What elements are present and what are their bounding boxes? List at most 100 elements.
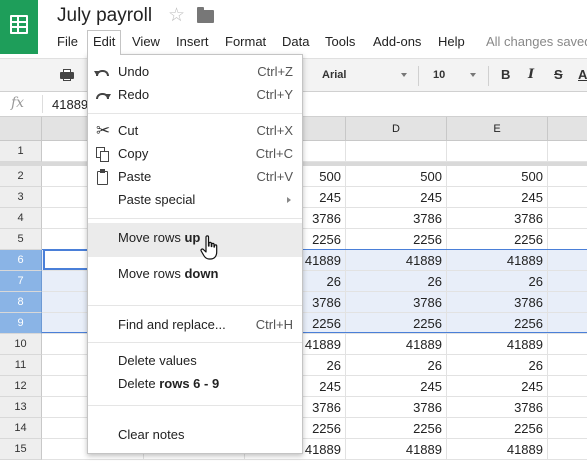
column-header-e[interactable]: E xyxy=(447,117,548,141)
table-cell[interactable]: 2256 xyxy=(447,313,548,334)
table-cell[interactable]: 2256 xyxy=(447,229,548,250)
menu-paste-special[interactable]: Paste special xyxy=(88,188,302,212)
table-cell[interactable]: 41889 xyxy=(346,439,447,460)
menu-paste[interactable]: Paste Ctrl+V xyxy=(88,165,302,189)
table-cell[interactable]: 3786 xyxy=(447,397,548,418)
print-icon[interactable] xyxy=(60,69,74,81)
table-cell[interactable]: 2256 xyxy=(346,229,447,250)
menu-copy[interactable]: Copy Ctrl+C xyxy=(88,142,302,166)
row-header[interactable]: 10 xyxy=(0,334,42,355)
table-cell[interactable] xyxy=(548,418,587,439)
menu-delete-values[interactable]: Delete values xyxy=(88,349,302,373)
app-header: July payroll ☆ File Edit View Insert For… xyxy=(0,0,587,58)
table-cell[interactable] xyxy=(548,166,587,187)
table-cell[interactable] xyxy=(548,250,587,271)
table-cell[interactable]: 41889 xyxy=(346,334,447,355)
row-header[interactable]: 4 xyxy=(0,208,42,229)
table-cell[interactable] xyxy=(548,229,587,250)
table-cell[interactable]: 245 xyxy=(346,376,447,397)
table-cell[interactable]: 3786 xyxy=(346,292,447,313)
row-header[interactable]: 5 xyxy=(0,229,42,250)
table-cell[interactable]: 3786 xyxy=(346,397,447,418)
table-cell[interactable]: 41889 xyxy=(346,250,447,271)
column-header-f[interactable] xyxy=(548,117,587,141)
row-header[interactable]: 2 xyxy=(0,166,42,187)
table-cell[interactable]: 41889 xyxy=(447,250,548,271)
column-header-d[interactable]: D xyxy=(346,117,447,141)
table-cell[interactable] xyxy=(548,397,587,418)
menu-find-replace[interactable]: Find and replace... Ctrl+H xyxy=(88,313,302,337)
menu-data[interactable]: Data xyxy=(282,30,309,54)
row-header[interactable]: 8 xyxy=(0,292,42,313)
row-header[interactable]: 6 xyxy=(0,250,42,271)
row-header[interactable]: 13 xyxy=(0,397,42,418)
menu-move-rows-up[interactable]: Move rows up xyxy=(88,223,302,257)
row-header[interactable]: 3 xyxy=(0,187,42,208)
row-header[interactable]: 11 xyxy=(0,355,42,376)
folder-icon[interactable] xyxy=(197,7,214,23)
row-header[interactable]: 9 xyxy=(0,313,42,334)
table-cell[interactable] xyxy=(548,376,587,397)
table-cell[interactable] xyxy=(447,141,548,162)
table-cell[interactable]: 3786 xyxy=(447,208,548,229)
menu-format[interactable]: Format xyxy=(225,30,266,54)
document-title[interactable]: July payroll xyxy=(57,5,152,27)
menu-insert[interactable]: Insert xyxy=(176,30,209,54)
table-cell[interactable] xyxy=(346,141,447,162)
menu-addons[interactable]: Add-ons xyxy=(373,30,421,54)
menu-file[interactable]: File xyxy=(57,30,78,54)
table-cell[interactable]: 41889 xyxy=(447,334,548,355)
font-family-select[interactable]: Arial xyxy=(316,64,413,86)
menu-undo[interactable]: Undo Ctrl+Z xyxy=(88,60,302,84)
menu-tools[interactable]: Tools xyxy=(325,30,355,54)
menu-edit[interactable]: Edit xyxy=(87,30,122,55)
table-cell[interactable]: 3786 xyxy=(346,208,447,229)
table-cell[interactable]: 26 xyxy=(447,271,548,292)
menu-redo[interactable]: Redo Ctrl+Y xyxy=(88,83,302,107)
menu-delete-rows[interactable]: Delete rows 6 - 9 xyxy=(88,372,302,396)
strikethrough-button[interactable]: S xyxy=(554,67,563,82)
table-cell[interactable]: 245 xyxy=(346,187,447,208)
table-cell[interactable]: 245 xyxy=(447,187,548,208)
select-all-corner[interactable] xyxy=(0,117,42,141)
table-cell[interactable]: 3786 xyxy=(447,292,548,313)
table-cell[interactable] xyxy=(548,292,587,313)
menu-clear-notes[interactable]: Clear notes xyxy=(88,423,302,447)
row-header[interactable]: 7 xyxy=(0,271,42,292)
table-cell[interactable]: 2256 xyxy=(447,418,548,439)
table-cell[interactable]: 500 xyxy=(346,166,447,187)
text-color-button[interactable]: A xyxy=(578,67,587,82)
menu-cut[interactable]: ✂ Cut Ctrl+X xyxy=(88,119,302,143)
menu-view[interactable]: View xyxy=(132,30,160,54)
table-cell[interactable] xyxy=(548,334,587,355)
table-cell[interactable] xyxy=(548,439,587,460)
row-header[interactable]: 1 xyxy=(0,141,42,162)
menu-cut-shortcut: Ctrl+X xyxy=(256,123,293,138)
menu-move-rows-down[interactable]: Move rows down xyxy=(88,262,302,286)
menu-copy-shortcut: Ctrl+C xyxy=(255,146,293,161)
table-cell[interactable] xyxy=(548,208,587,229)
table-cell[interactable]: 2256 xyxy=(346,418,447,439)
table-cell[interactable]: 26 xyxy=(447,355,548,376)
star-icon[interactable]: ☆ xyxy=(168,4,185,27)
table-cell[interactable] xyxy=(548,141,587,162)
table-cell[interactable] xyxy=(548,187,587,208)
row-header[interactable]: 12 xyxy=(0,376,42,397)
menu-help[interactable]: Help xyxy=(438,30,465,54)
table-cell[interactable] xyxy=(548,355,587,376)
table-cell[interactable]: 245 xyxy=(447,376,548,397)
font-size-select[interactable]: 10 xyxy=(426,64,482,86)
table-cell[interactable]: 26 xyxy=(346,271,447,292)
table-cell[interactable] xyxy=(548,313,587,334)
italic-button[interactable]: I xyxy=(528,67,534,82)
table-cell[interactable]: 26 xyxy=(346,355,447,376)
row-header[interactable]: 15 xyxy=(0,439,42,460)
bold-button[interactable]: B xyxy=(501,67,510,82)
formula-input[interactable]: 41889 xyxy=(52,97,88,112)
table-cell[interactable]: 500 xyxy=(447,166,548,187)
table-cell[interactable]: 41889 xyxy=(447,439,548,460)
row-header[interactable]: 14 xyxy=(0,418,42,439)
hand-cursor-icon xyxy=(200,235,218,260)
table-cell[interactable]: 2256 xyxy=(346,313,447,334)
table-cell[interactable] xyxy=(548,271,587,292)
